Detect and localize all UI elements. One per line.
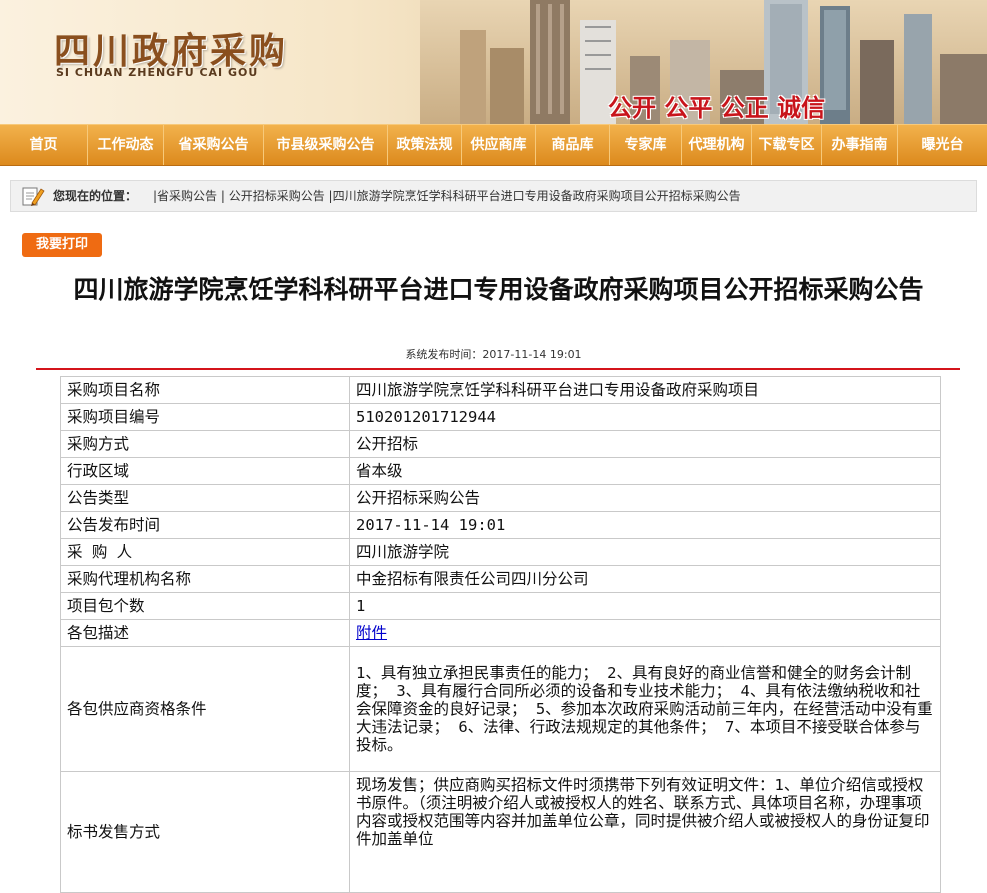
page-title: 四川旅游学院烹饪学科科研平台进口专用设备政府采购项目公开招标采购公告 <box>73 275 924 304</box>
table-row: 采购代理机构名称 中金招标有限责任公司四川分公司 <box>60 565 941 593</box>
field-value: 公开招标采购公告 <box>349 484 941 512</box>
nav-item-home[interactable]: 首页 <box>0 125 88 165</box>
site-banner: 四川政府采购 SI CHUAN ZHENGFU CAI GOU 公开 公平 公正… <box>0 0 987 124</box>
field-value: 中金招标有限责任公司四川分公司 <box>349 565 941 593</box>
table-row: 采购项目编号 510201201712944 <box>60 403 941 431</box>
field-label: 各包描述 <box>60 619 350 647</box>
table-row: 各包描述 附件 <box>60 619 941 647</box>
table-row: 行政区域 省本级 <box>60 457 941 485</box>
field-label: 采 购 人 <box>60 538 350 566</box>
field-label: 标书发售方式 <box>60 771 350 893</box>
table-row: 公告类型 公开招标采购公告 <box>60 484 941 512</box>
nav-item-experts[interactable]: 专家库 <box>610 125 682 165</box>
notepad-pencil-icon <box>22 187 45 206</box>
field-value: 省本级 <box>349 457 941 485</box>
table-row: 公告发布时间 2017-11-14 19:01 <box>60 511 941 539</box>
field-label: 公告类型 <box>60 484 350 512</box>
nav-item-province-notice[interactable]: 省采购公告 <box>164 125 264 165</box>
print-button[interactable]: 我要打印 <box>22 233 102 257</box>
table-row: 标书发售方式 现场发售；供应商购买招标文件时须携带下列有效证明文件：1、单位介绍… <box>60 771 941 893</box>
nav-item-agencies[interactable]: 代理机构 <box>682 125 752 165</box>
title-divider <box>36 368 960 370</box>
field-label: 采购项目名称 <box>60 376 350 404</box>
nav-item-downloads[interactable]: 下载专区 <box>752 125 822 165</box>
nav-item-city-notice[interactable]: 市县级采购公告 <box>264 125 388 165</box>
table-row: 各包供应商资格条件 1、具有独立承担民事责任的能力； 2、具有良好的商业信誉和健… <box>60 646 941 772</box>
field-value: 公开招标 <box>349 430 941 458</box>
field-value: 四川旅游学院烹饪学科科研平台进口专用设备政府采购项目 <box>349 376 941 404</box>
table-row: 采购方式 公开招标 <box>60 430 941 458</box>
main-nav: 首页 工作动态 省采购公告 市县级采购公告 政策法规 供应商库 商品库 专家库 … <box>0 124 987 166</box>
attachment-link[interactable]: 附件 <box>356 624 387 642</box>
nav-item-news[interactable]: 工作动态 <box>88 125 164 165</box>
publish-time: 系统发布时间：2017-11-14 19:01 <box>405 348 582 361</box>
table-row: 采购项目名称 四川旅游学院烹饪学科科研平台进口专用设备政府采购项目 <box>60 376 941 404</box>
field-value: 2017-11-14 19:01 <box>349 511 941 539</box>
table-row: 采 购 人 四川旅游学院 <box>60 538 941 566</box>
field-label: 公告发布时间 <box>60 511 350 539</box>
notice-info-table: 采购项目名称 四川旅游学院烹饪学科科研平台进口专用设备政府采购项目 采购项目编号… <box>60 376 941 893</box>
site-logo-pinyin: SI CHUAN ZHENGFU CAI GOU <box>56 66 259 79</box>
field-label: 采购方式 <box>60 430 350 458</box>
nav-item-policy[interactable]: 政策法规 <box>388 125 462 165</box>
field-label: 采购代理机构名称 <box>60 565 350 593</box>
breadcrumb-path[interactable]: |省采购公告 | 公开招标采购公告 |四川旅游学院烹饪学科科研平台进口专用设备政… <box>153 181 741 211</box>
nav-item-supplier[interactable]: 供应商库 <box>462 125 536 165</box>
field-label: 行政区域 <box>60 457 350 485</box>
slogan: 公开 公平 公正 诚信 <box>608 93 826 122</box>
field-value: 现场发售；供应商购买招标文件时须携带下列有效证明文件：1、单位介绍信或授权书原件… <box>349 771 941 893</box>
nav-item-goods[interactable]: 商品库 <box>536 125 610 165</box>
field-value: 1、具有独立承担民事责任的能力； 2、具有良好的商业信誉和健全的财务会计制度； … <box>349 646 941 772</box>
breadcrumb-label: 您现在的位置： <box>53 189 138 203</box>
field-value: 1 <box>349 592 941 620</box>
table-row: 项目包个数 1 <box>60 592 941 620</box>
field-value: 附件 <box>349 619 941 647</box>
field-label: 各包供应商资格条件 <box>60 646 350 772</box>
nav-item-guide[interactable]: 办事指南 <box>822 125 898 165</box>
nav-item-exposure[interactable]: 曝光台 <box>898 125 987 165</box>
field-label: 采购项目编号 <box>60 403 350 431</box>
field-label: 项目包个数 <box>60 592 350 620</box>
field-value: 四川旅游学院 <box>349 538 941 566</box>
field-value: 510201201712944 <box>349 403 941 431</box>
breadcrumb: 您现在的位置： |省采购公告 | 公开招标采购公告 |四川旅游学院烹饪学科科研平… <box>10 180 977 212</box>
